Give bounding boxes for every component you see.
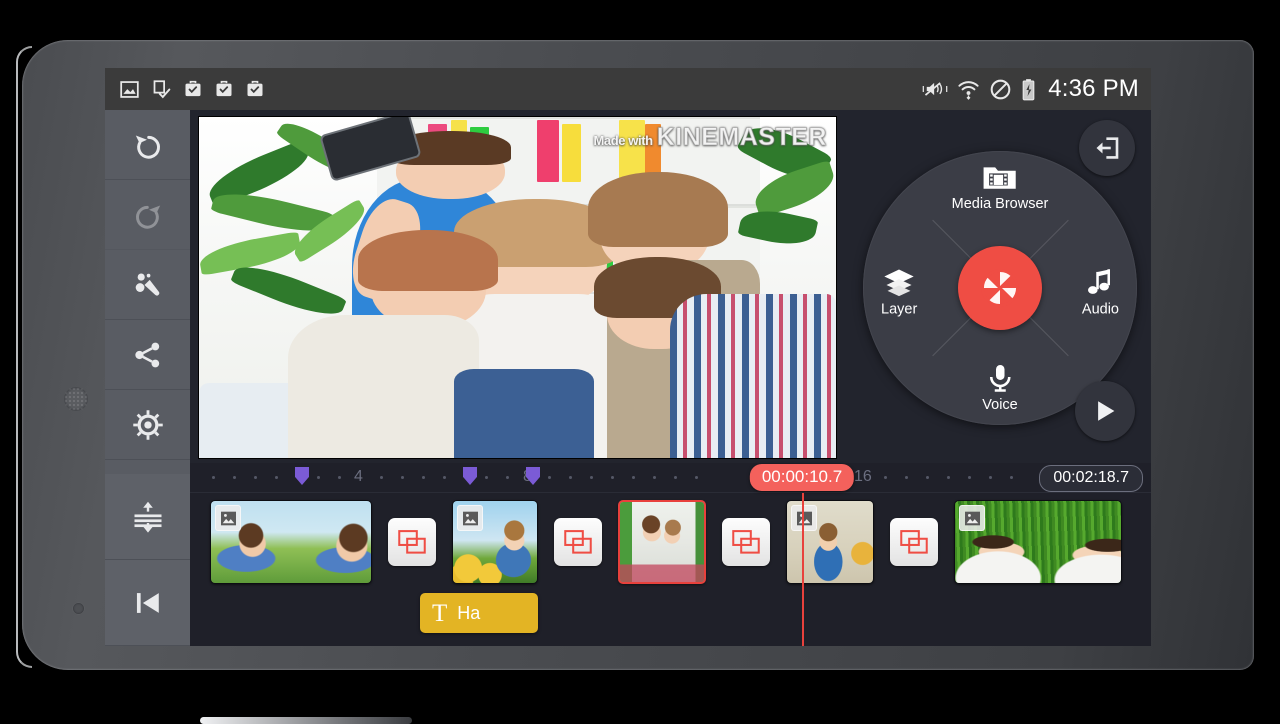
layer-button[interactable]: Layer [881, 267, 917, 318]
layers-icon [884, 269, 914, 297]
voice-button[interactable]: Voice [982, 362, 1018, 413]
expand-timeline-button[interactable] [105, 474, 190, 560]
capture-button[interactable] [958, 246, 1042, 330]
clip-girl-sunflower[interactable] [452, 500, 538, 584]
image-icon [964, 511, 980, 525]
media-folder-icon [983, 167, 1017, 189]
clip-boy-beach[interactable] [786, 500, 874, 584]
exit-project-button[interactable] [1079, 120, 1135, 176]
total-duration-badge: 00:02:18.7 [1039, 465, 1143, 492]
text-track: T Ha [190, 593, 1151, 633]
play-button[interactable] [1075, 381, 1135, 441]
transition-2[interactable] [554, 500, 602, 584]
bottom-speaker-bar [200, 717, 412, 724]
preview-photo [199, 117, 836, 458]
speaker-grille [64, 387, 88, 411]
timeline-tracks: T Ha [190, 493, 1151, 646]
microphone-icon [989, 365, 1011, 392]
timeline-ruler[interactable]: 4 8 16 00:00:10.7 00:02:18.7 [190, 463, 1151, 493]
wifi-icon [958, 81, 979, 100]
transition-1[interactable] [388, 500, 436, 584]
status-bar-clock: 4:36 PM [1048, 75, 1139, 102]
transition-4[interactable] [890, 500, 938, 584]
media-browser-button[interactable]: Media Browser [951, 161, 1049, 212]
undo-icon [135, 135, 160, 159]
clip-image-badge [457, 505, 483, 531]
battery-charging-icon [1022, 78, 1035, 100]
clip-family-couch[interactable] [618, 500, 706, 584]
transition-overlap-icon [398, 530, 426, 554]
transition-overlap-icon [732, 530, 760, 554]
vibrate-mute-icon [922, 82, 948, 96]
device-frame: 4:36 PM Made with KINEMASTER Media Brows… [16, 40, 1254, 724]
clip-image-badge [791, 505, 817, 531]
android-status-bar: 4:36 PM [105, 68, 1151, 110]
current-time-badge: 00:00:10.7 [749, 464, 855, 491]
text-clip-label: Ha [457, 602, 481, 623]
preview-panel: Made with KINEMASTER [190, 110, 845, 463]
text-T-icon: T [432, 599, 448, 627]
magic-wand-icon [135, 273, 159, 296]
media-browser-label: Media Browser [951, 196, 1049, 212]
briefcase-check-icon [216, 80, 232, 97]
effects-button[interactable] [105, 250, 190, 320]
clip-image-badge [959, 505, 985, 531]
clip-image-badge [215, 505, 241, 531]
layer-label: Layer [881, 301, 918, 318]
image-icon [796, 511, 812, 525]
left-toolbar [105, 110, 190, 646]
play-triangle-icon [1098, 401, 1115, 421]
camera-shutter-icon [981, 269, 1019, 307]
clip-woman-grass[interactable] [954, 500, 1122, 584]
image-icon [220, 511, 236, 525]
status-bar-right-icons: 4:36 PM [922, 75, 1139, 103]
briefcase-check-icon [185, 80, 201, 97]
do-not-disturb-icon [990, 79, 1011, 99]
device-screen: 4:36 PM Made with KINEMASTER Media Brows… [105, 68, 1151, 646]
playhead[interactable] [802, 493, 804, 646]
timeline-marker[interactable] [295, 467, 309, 485]
image-icon [462, 511, 478, 525]
gear-icon [132, 409, 163, 440]
text-clip-ha[interactable]: T Ha [420, 593, 538, 633]
voice-label: Voice [982, 397, 1018, 413]
toolbar-bottom-group [105, 474, 190, 646]
image-icon [120, 80, 139, 98]
music-note-icon [1088, 269, 1111, 294]
video-track [190, 500, 1151, 584]
skip-previous-icon [136, 592, 159, 613]
device-check-icon [153, 79, 171, 98]
undo-button[interactable] [105, 110, 190, 180]
transition-overlap-icon [900, 530, 928, 554]
timeline-marker[interactable] [463, 467, 477, 485]
clip-boy-dandelion[interactable] [210, 500, 372, 584]
right-control-panel: Media Browser Layer Audio Voice [845, 110, 1151, 463]
transition-3[interactable] [722, 500, 770, 584]
transition-overlap-icon [564, 530, 592, 554]
share-icon [134, 342, 159, 367]
exit-arrow-icon [1096, 137, 1119, 159]
redo-icon [135, 205, 160, 229]
skip-to-start-button[interactable] [105, 560, 190, 646]
redo-button[interactable] [105, 180, 190, 250]
status-bar-left-icons [119, 79, 265, 100]
front-camera-lens [73, 603, 84, 614]
share-button[interactable] [105, 320, 190, 390]
ruler-label: 4 [354, 468, 363, 485]
expand-vertical-icon [134, 501, 161, 533]
audio-label: Audio [1081, 301, 1119, 318]
timeline[interactable]: 4 8 16 00:00:10.7 00:02:18.7 [190, 463, 1151, 646]
editor-body: Made with KINEMASTER Media Browser Layer… [190, 110, 1151, 646]
video-preview[interactable]: Made with KINEMASTER [198, 116, 837, 459]
ruler-label: 16 [854, 468, 872, 485]
audio-button[interactable]: Audio [1082, 267, 1119, 318]
briefcase-check-icon [247, 80, 263, 97]
settings-button[interactable] [105, 390, 190, 460]
